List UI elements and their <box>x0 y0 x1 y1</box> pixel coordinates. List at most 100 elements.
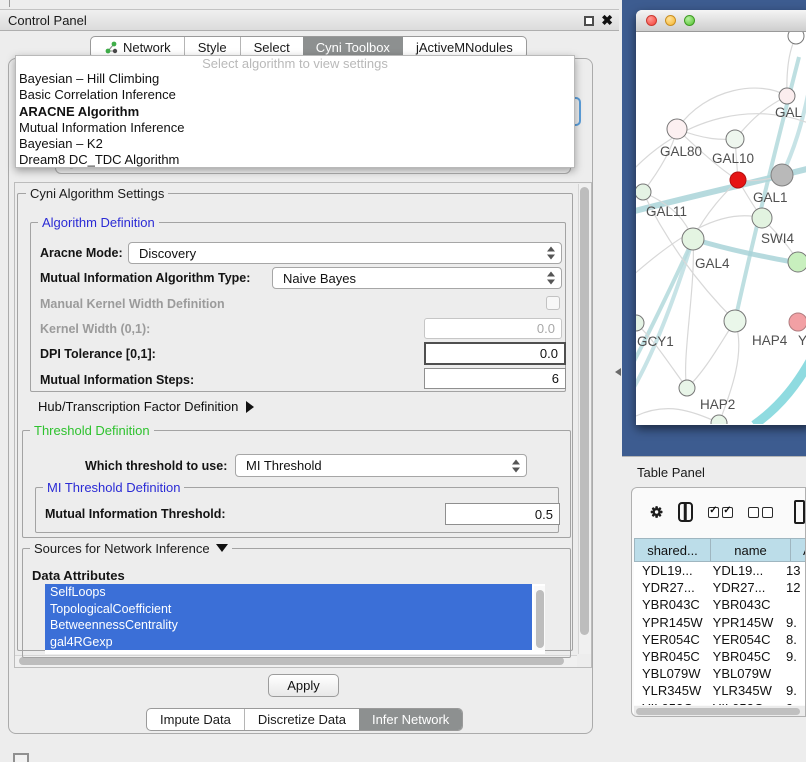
algorithm-option[interactable]: Dream8 DC_TDC Algorithm <box>16 152 574 168</box>
tab-infer-network[interactable]: Infer Network <box>359 709 462 730</box>
top-edge-tick <box>9 0 10 7</box>
algorithm-option[interactable]: Mutual Information Inference <box>16 120 574 136</box>
manual-kernel-width-label: Manual Kernel Width Definition <box>40 297 225 311</box>
table-row[interactable]: YBL079WYBL079W <box>634 665 806 682</box>
combo-spinner-icon <box>547 247 555 260</box>
settings-horizontal-scroll-thumb[interactable] <box>19 657 564 665</box>
which-threshold-label: Which threshold to use: <box>85 459 227 473</box>
node-gal1 <box>730 172 746 188</box>
window-minimize-icon[interactable] <box>665 15 676 26</box>
kernel-width-label: Kernel Width (0,1): <box>40 322 150 336</box>
mi-threshold-field[interactable]: 0.5 <box>445 503 560 525</box>
mi-steps-field[interactable]: 6 <box>424 368 566 389</box>
manual-kernel-width-checkbox[interactable] <box>546 296 560 310</box>
node-label: GAL4 <box>695 256 730 271</box>
tab-discretize-data[interactable]: Discretize Data <box>244 709 359 730</box>
table-row[interactable]: YDL19...YDL19...13 <box>634 562 806 579</box>
algorithm-placeholder: Select algorithm to view settings <box>16 56 574 71</box>
minimized-panel-chip[interactable] <box>13 753 29 762</box>
algorithm-option[interactable]: Basic Correlation Inference <box>16 87 574 103</box>
table-body: YDL19...YDL19...13 YDR27...YDR27...12 YB… <box>634 562 806 705</box>
which-threshold-value: MI Threshold <box>246 458 322 473</box>
attribute-item-selected[interactable]: gal4RGexp <box>45 634 532 651</box>
node-label: GAL1 <box>753 190 788 205</box>
export-table-icon[interactable] <box>794 500 805 524</box>
node-hap4 <box>724 310 746 332</box>
column-header-partial[interactable]: A <box>791 538 806 562</box>
network-graph: GAL GAL80 GAL10 GAL1 GAL11 SWI4 GAL4 GCY… <box>636 32 806 424</box>
float-panel-icon[interactable] <box>584 16 594 26</box>
tab-network-label: Network <box>123 40 171 55</box>
attribute-item-selected[interactable]: TopologicalCoefficient <box>45 601 532 618</box>
data-attributes-list: SelfLoops TopologicalCoefficient Between… <box>45 584 545 654</box>
which-threshold-combo[interactable]: MI Threshold <box>235 454 527 477</box>
node-label: SWI4 <box>761 231 794 246</box>
node-label: HAP2 <box>700 397 735 412</box>
table-row[interactable]: YBR043CYBR043C <box>634 596 806 613</box>
mi-steps-label: Mutual Information Steps: <box>40 373 194 387</box>
hub-tf-label: Hub/Transcription Factor Definition <box>38 399 238 414</box>
attribute-item-selected[interactable]: SelfLoops <box>45 584 532 601</box>
table-row[interactable]: YER054CYER054C8. <box>634 631 806 648</box>
sources-group-title[interactable]: Sources for Network Inference <box>30 542 232 555</box>
aracne-mode-combo[interactable]: Discovery <box>128 242 562 264</box>
gear-icon[interactable] <box>650 502 663 522</box>
settings-vertical-scroll-thumb[interactable] <box>580 187 589 635</box>
node-label: GAL <box>775 105 803 120</box>
mi-algorithm-type-label: Mutual Information Algorithm Type: <box>40 271 250 285</box>
deselect-all-icon[interactable] <box>748 507 773 518</box>
close-panel-icon[interactable]: ✖ <box>601 12 613 29</box>
node-gal10 <box>726 130 744 148</box>
select-all-icon[interactable] <box>708 507 733 518</box>
dpi-tolerance-field[interactable]: 0.0 <box>424 342 566 365</box>
control-panel-title: Control Panel <box>8 13 87 28</box>
attribute-list-scrollbar[interactable] <box>534 586 545 650</box>
column-settings-icon[interactable] <box>678 502 693 522</box>
network-icon <box>104 41 118 54</box>
table-row[interactable]: YLR345WYLR345W9. <box>634 682 806 699</box>
node-label: GAL11 <box>646 204 687 219</box>
table-row[interactable]: YBR045CYBR045C9. <box>634 648 806 665</box>
apply-button[interactable]: Apply <box>268 674 339 697</box>
algorithm-option[interactable]: Bayesian – K2 <box>16 136 574 152</box>
window-close-icon[interactable] <box>646 15 657 26</box>
algorithm-option-aracne[interactable]: ARACNE Algorithm <box>16 104 574 120</box>
bottom-tabbar: Impute Data Discretize Data Infer Networ… <box>146 708 463 731</box>
network-view-window: GAL GAL80 GAL10 GAL1 GAL11 SWI4 GAL4 GCY… <box>636 10 806 425</box>
column-header-name[interactable]: name <box>711 538 791 562</box>
hub-tf-expander[interactable]: Hub/Transcription Factor Definition <box>38 399 254 414</box>
network-window-titlebar[interactable] <box>636 10 806 32</box>
algorithm-dropdown-popup: Select algorithm to view settings Bayesi… <box>15 55 575 168</box>
algorithm-definition-title: Algorithm Definition <box>38 216 159 229</box>
mi-threshold-label: Mutual Information Threshold: <box>45 507 226 521</box>
tab-impute-data[interactable]: Impute Data <box>147 709 244 730</box>
window-zoom-icon[interactable] <box>684 15 695 26</box>
table-panel-title: Table Panel <box>637 465 705 480</box>
node-top-partial <box>788 32 804 44</box>
network-canvas[interactable]: GAL GAL80 GAL10 GAL1 GAL11 SWI4 GAL4 GCY… <box>636 32 806 424</box>
table-row[interactable]: YIL052CYIL052C9 <box>634 700 806 706</box>
expander-collapsed-icon <box>246 401 254 413</box>
aracne-mode-value: Discovery <box>139 246 196 261</box>
splitter-collapse-icon[interactable] <box>615 368 621 376</box>
table-row[interactable]: YPR145WYPR145W9. <box>634 614 806 631</box>
table-header-row: shared... name A <box>634 538 806 562</box>
table-horizontal-scroll-thumb[interactable] <box>636 708 800 715</box>
combo-spinner-icon <box>547 272 555 285</box>
node-swi4 <box>752 208 772 228</box>
column-header-shared[interactable]: shared... <box>634 538 711 562</box>
algorithm-option[interactable]: Bayesian – Hill Climbing <box>16 71 574 87</box>
node-gray <box>771 164 793 186</box>
mi-algorithm-type-value: Naive Bayes <box>283 271 356 286</box>
attribute-item-selected[interactable]: BetweennessCentrality <box>45 617 532 634</box>
node-bottom-partial <box>711 415 727 424</box>
node-gal11 <box>636 184 651 200</box>
table-panel-box: shared... name A YDL19...YDL19...13 YDR2… <box>631 487 806 717</box>
mi-algorithm-type-combo[interactable]: Naive Bayes <box>272 267 562 289</box>
table-horizontal-scrollbar[interactable] <box>634 706 806 717</box>
kernel-width-field[interactable]: 0.0 <box>424 318 562 339</box>
node-gal4 <box>682 228 704 250</box>
combo-spinner-icon <box>512 459 520 472</box>
table-toolbar <box>632 488 805 536</box>
table-row[interactable]: YDR27...YDR27...12 <box>634 579 806 596</box>
